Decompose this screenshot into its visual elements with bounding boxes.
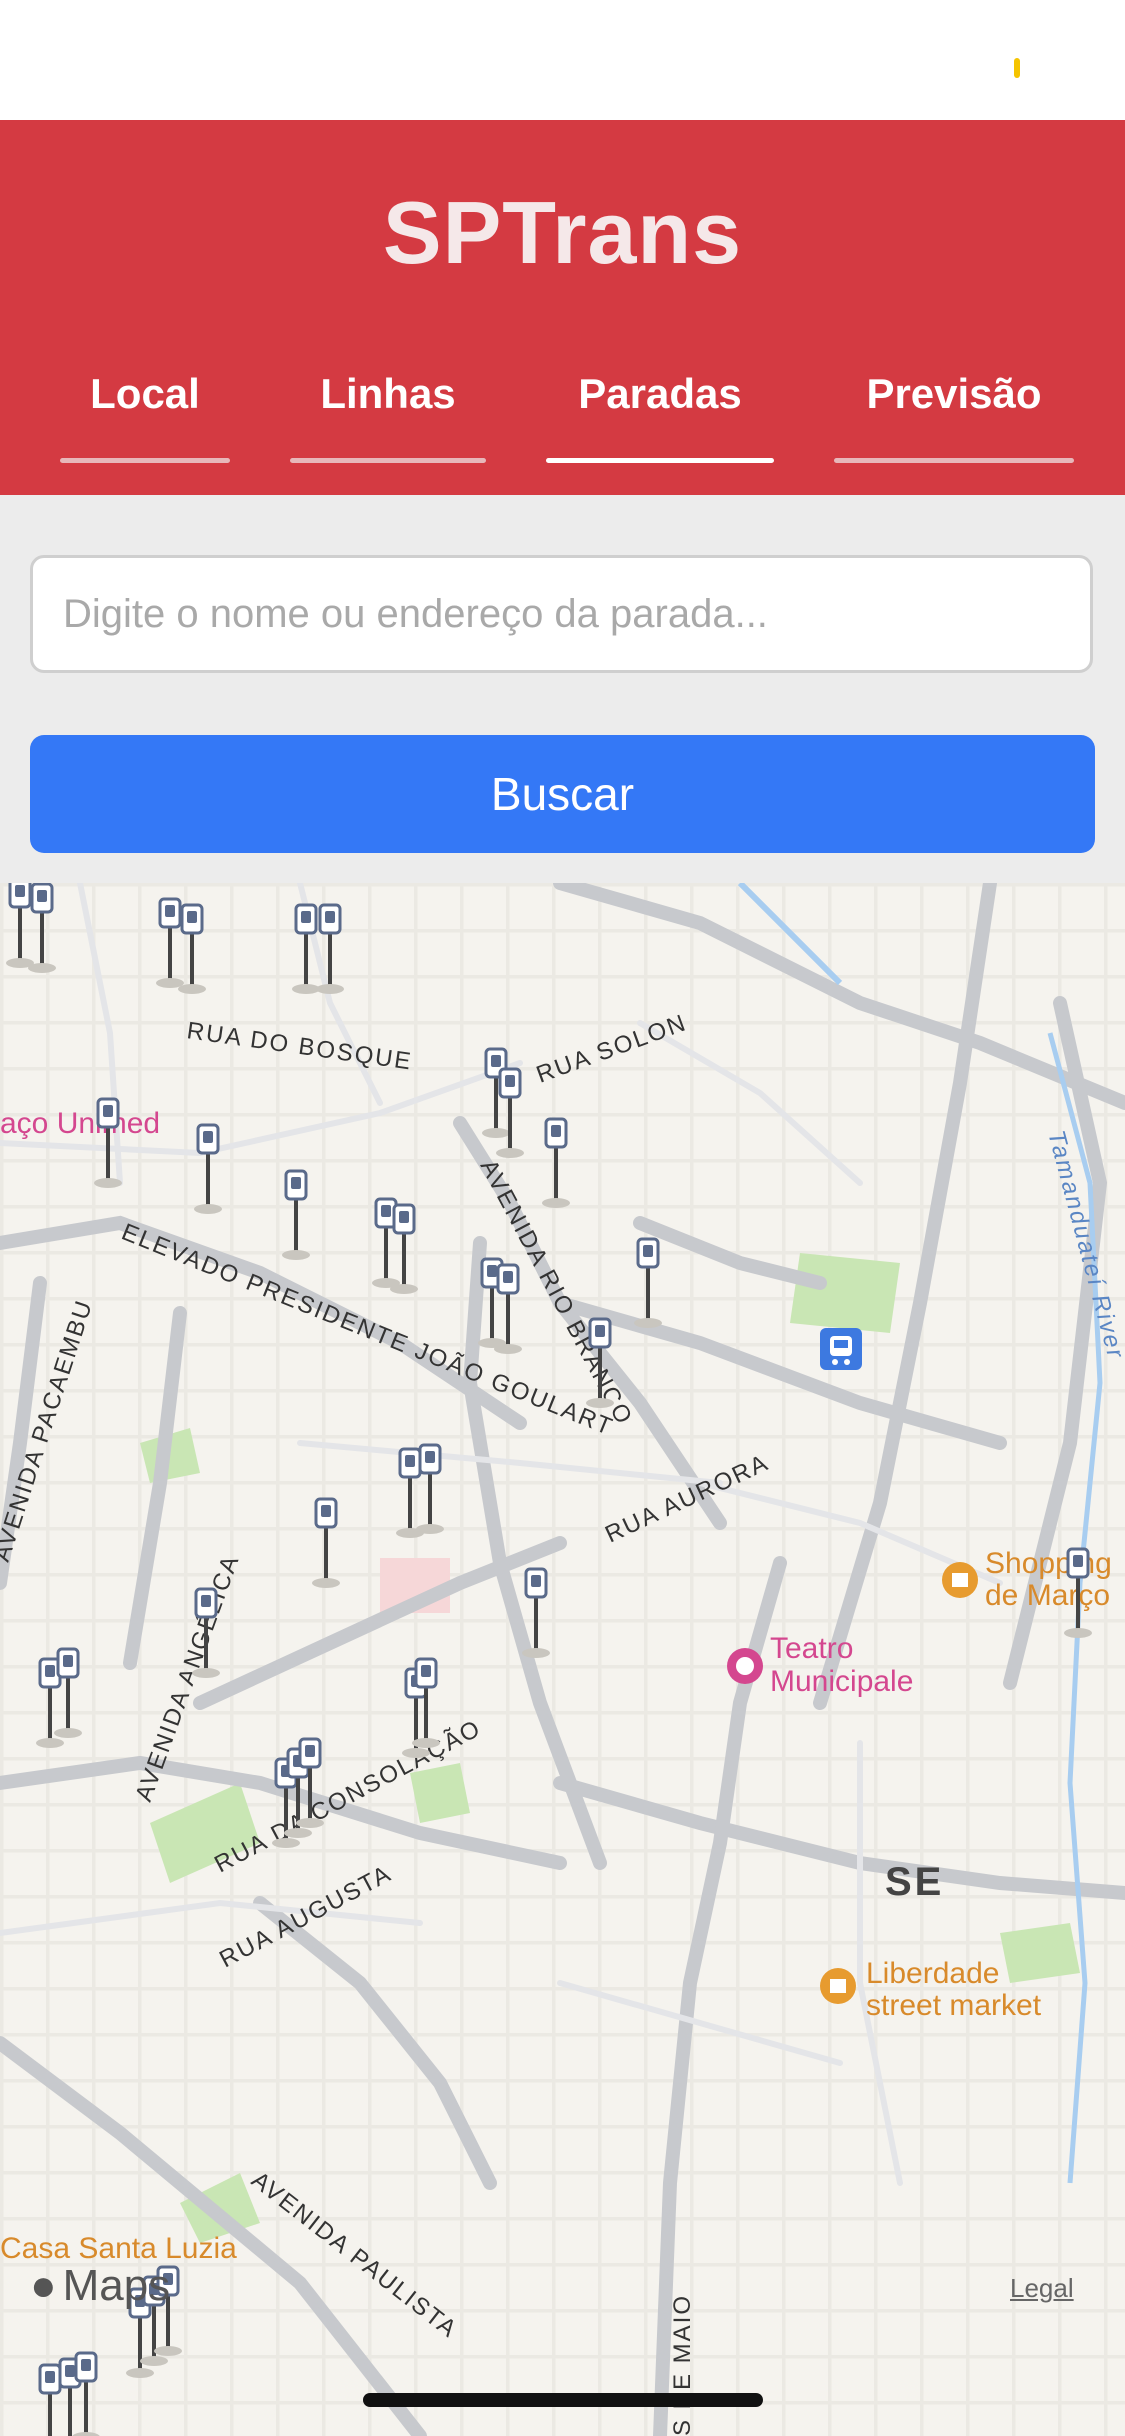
svg-text:aço Unimed: aço Unimed bbox=[0, 1107, 160, 1140]
maps-attribution: ● Maps bbox=[30, 2261, 170, 2311]
tab-previsao[interactable]: Previsão bbox=[834, 370, 1074, 463]
tab-linhas[interactable]: Linhas bbox=[290, 370, 486, 463]
tab-label: Paradas bbox=[578, 370, 742, 417]
app-title: SPTrans bbox=[382, 183, 743, 282]
train-station-icon[interactable] bbox=[820, 1328, 862, 1370]
search-panel: Buscar bbox=[0, 495, 1125, 883]
tab-label: Linhas bbox=[320, 370, 456, 417]
tab-label: Local bbox=[90, 370, 200, 417]
app-header: SPTrans Local Linhas Paradas Previsão bbox=[0, 120, 1125, 495]
tab-underline bbox=[290, 458, 486, 463]
map-view[interactable]: RUA DO BOSQUE RUA SOLON ELEVADO PRESIDEN… bbox=[0, 883, 1125, 2436]
tab-label: Previsão bbox=[866, 370, 1042, 417]
shopping-icon[interactable] bbox=[942, 1562, 978, 1598]
svg-text:SE: SE bbox=[885, 1860, 944, 1904]
search-button[interactable]: Buscar bbox=[30, 735, 1095, 853]
stop-search-input[interactable] bbox=[30, 555, 1093, 673]
svg-text:Municipale: Municipale bbox=[770, 1665, 913, 1698]
tab-underline-active bbox=[546, 458, 774, 463]
status-bar bbox=[0, 0, 1125, 120]
market-icon[interactable] bbox=[820, 1968, 856, 2004]
svg-text:Shopping: Shopping bbox=[985, 1547, 1112, 1580]
svg-text:street market: street market bbox=[866, 1989, 1042, 2022]
tab-underline bbox=[834, 458, 1074, 463]
theater-icon[interactable] bbox=[727, 1648, 763, 1684]
svg-text:Teatro: Teatro bbox=[770, 1632, 853, 1665]
svg-text:Liberdade: Liberdade bbox=[866, 1957, 999, 1990]
tab-paradas[interactable]: Paradas bbox=[546, 370, 774, 463]
maps-attribution-label: Maps bbox=[62, 2261, 171, 2310]
home-indicator[interactable] bbox=[363, 2393, 763, 2407]
legal-link[interactable]: Legal bbox=[1010, 2273, 1074, 2304]
tab-underline bbox=[60, 458, 230, 463]
svg-text:S DE MAIO: S DE MAIO bbox=[669, 2294, 696, 2436]
status-indicator-dot bbox=[1014, 58, 1020, 78]
apple-logo-icon: ● bbox=[30, 2261, 57, 2310]
tab-local[interactable]: Local bbox=[60, 370, 230, 463]
svg-text:de Março: de Março bbox=[985, 1579, 1110, 1612]
map-canvas: RUA DO BOSQUE RUA SOLON ELEVADO PRESIDEN… bbox=[0, 883, 1125, 2436]
